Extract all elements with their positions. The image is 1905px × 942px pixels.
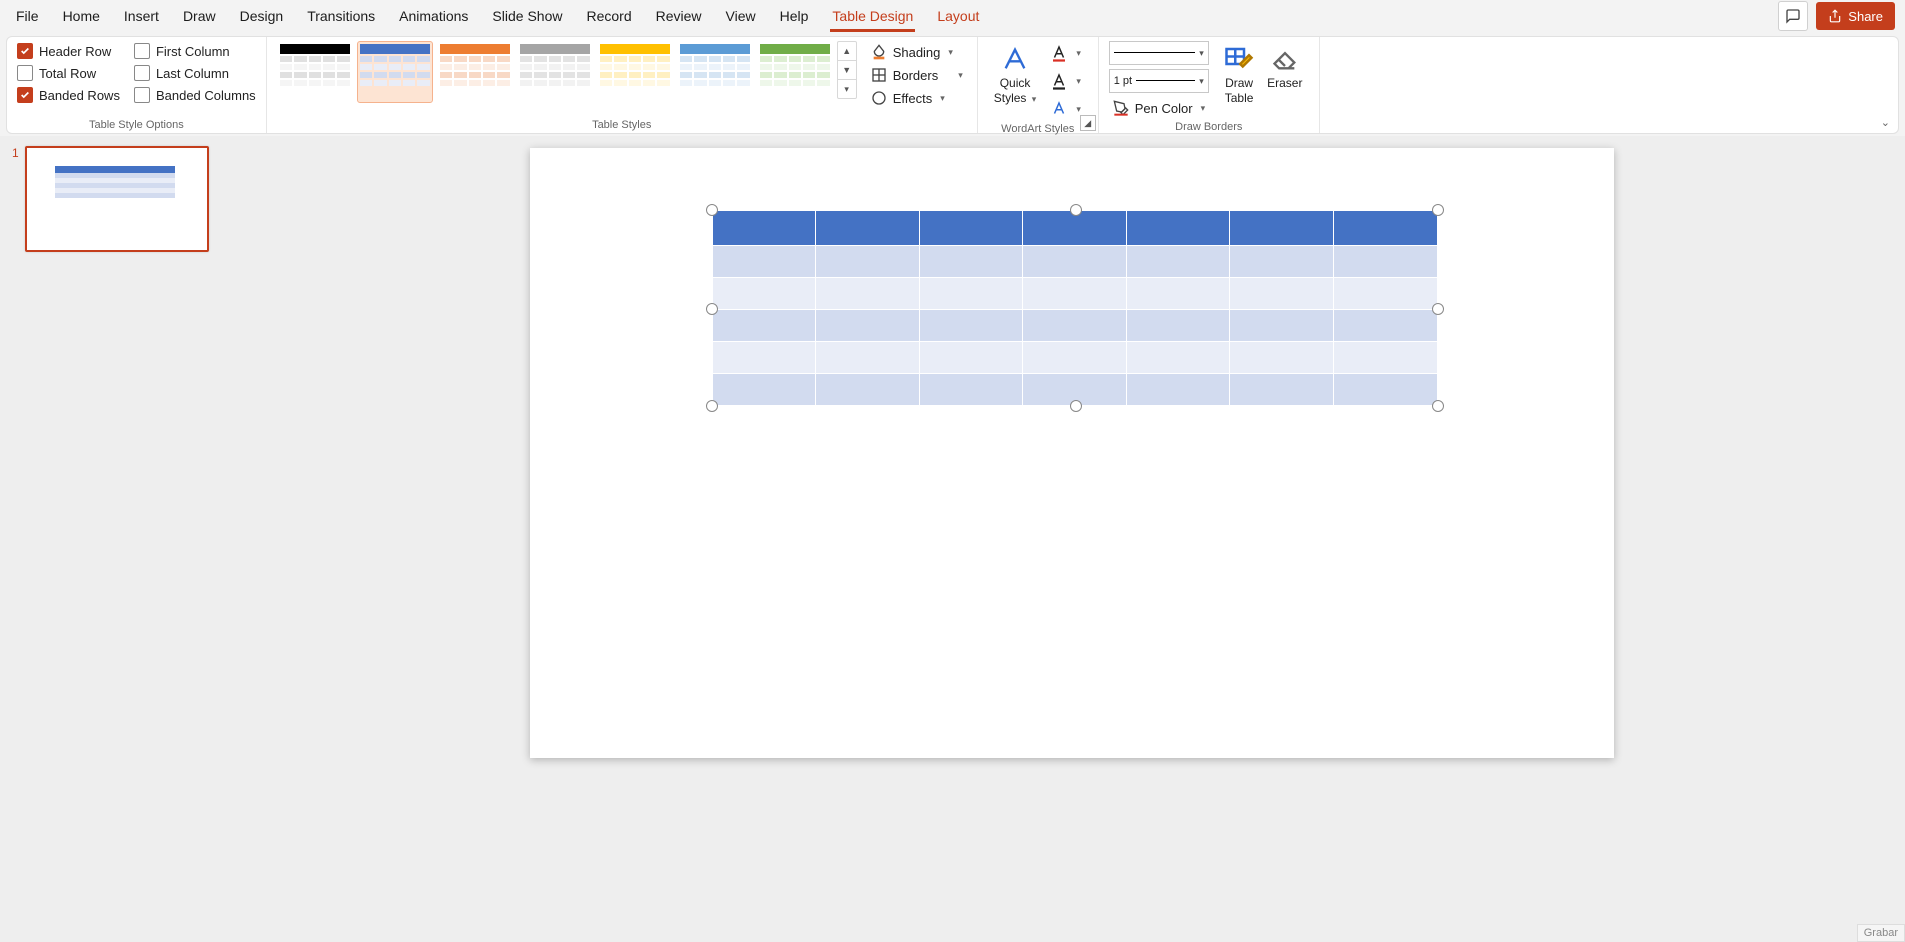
chk-first-column[interactable]: First Column bbox=[134, 41, 256, 61]
gallery-more-icon[interactable]: ▾ bbox=[838, 80, 856, 98]
table-row bbox=[712, 342, 1437, 374]
table-style-swatch-2[interactable] bbox=[437, 41, 513, 103]
share-button[interactable]: Share bbox=[1816, 2, 1895, 30]
table-style-swatch-4[interactable] bbox=[597, 41, 673, 103]
text-fill-icon bbox=[1050, 44, 1068, 62]
table-style-swatch-3[interactable] bbox=[517, 41, 593, 103]
slide-canvas-area[interactable] bbox=[238, 136, 1905, 942]
gallery-down-icon[interactable]: ▼ bbox=[838, 61, 856, 80]
text-effects-icon bbox=[1050, 100, 1068, 118]
chk-total-row[interactable]: Total Row bbox=[17, 63, 120, 83]
selection-handle[interactable] bbox=[706, 303, 718, 315]
table-style-swatch-6[interactable] bbox=[757, 41, 833, 103]
group-label-drawborders: Draw Borders bbox=[1109, 119, 1309, 135]
table-row bbox=[712, 246, 1437, 278]
share-label: Share bbox=[1848, 9, 1883, 24]
tab-review[interactable]: Review bbox=[644, 0, 714, 32]
effects-icon bbox=[871, 90, 887, 106]
tab-help[interactable]: Help bbox=[768, 0, 821, 32]
pen-color-button[interactable]: Pen Color▾ bbox=[1109, 97, 1209, 119]
selection-handle[interactable] bbox=[706, 400, 718, 412]
table-row bbox=[712, 278, 1437, 310]
table-row bbox=[712, 310, 1437, 342]
pen-weight-dropdown[interactable]: 1 pt▾ bbox=[1109, 69, 1209, 93]
ribbon: Header Row Total Row Banded Rows First C… bbox=[6, 36, 1899, 134]
table-style-swatch-0[interactable] bbox=[277, 41, 353, 103]
borders-button[interactable]: Borders▾ bbox=[867, 64, 967, 86]
slide-thumbnails-panel: 1 bbox=[0, 136, 238, 942]
selection-handle[interactable] bbox=[1070, 400, 1082, 412]
selection-handle[interactable] bbox=[706, 204, 718, 216]
table-style-swatch-5[interactable] bbox=[677, 41, 753, 103]
text-outline-icon bbox=[1050, 72, 1068, 90]
quick-styles-button[interactable]: Quick Styles ▾ bbox=[988, 41, 1043, 107]
gallery-scroll[interactable]: ▲ ▼ ▾ bbox=[837, 41, 857, 99]
chk-last-column[interactable]: Last Column bbox=[134, 63, 256, 83]
chk-header-row[interactable]: Header Row bbox=[17, 41, 120, 61]
pen-color-icon bbox=[1113, 100, 1129, 116]
draw-table-icon bbox=[1224, 44, 1254, 74]
table-styles-gallery bbox=[277, 41, 833, 103]
tab-draw[interactable]: Draw bbox=[171, 0, 228, 32]
tab-insert[interactable]: Insert bbox=[112, 0, 171, 32]
eraser-icon bbox=[1271, 45, 1299, 73]
tab-home[interactable]: Home bbox=[51, 0, 112, 32]
table-object[interactable] bbox=[712, 210, 1438, 406]
text-outline-button[interactable]: ▾ bbox=[1046, 69, 1085, 93]
group-label-tablestyles: Table Styles bbox=[277, 117, 967, 133]
ribbon-tabs: File Home Insert Draw Design Transitions… bbox=[0, 0, 1905, 32]
comment-icon bbox=[1785, 8, 1801, 24]
slide-thumbnail-1[interactable] bbox=[25, 146, 209, 252]
quick-styles-icon bbox=[1001, 45, 1029, 73]
shading-icon bbox=[871, 44, 887, 60]
collapse-ribbon-button[interactable]: ⌄ bbox=[1881, 116, 1890, 129]
tab-animations[interactable]: Animations bbox=[387, 0, 480, 32]
tab-file[interactable]: File bbox=[4, 0, 51, 32]
comments-button[interactable] bbox=[1778, 1, 1808, 31]
group-label-wordart: WordArt Styles bbox=[988, 121, 1088, 137]
tab-record[interactable]: Record bbox=[574, 0, 643, 32]
slide-number-1: 1 bbox=[12, 146, 19, 252]
slide-1[interactable] bbox=[530, 148, 1614, 758]
slide-table[interactable] bbox=[712, 210, 1438, 406]
text-fill-button[interactable]: ▾ bbox=[1046, 41, 1085, 65]
tab-transitions[interactable]: Transitions bbox=[295, 0, 387, 32]
gallery-up-icon[interactable]: ▲ bbox=[838, 42, 856, 61]
tab-slideshow[interactable]: Slide Show bbox=[480, 0, 574, 32]
selection-handle[interactable] bbox=[1432, 204, 1444, 216]
effects-button[interactable]: Effects▾ bbox=[867, 87, 967, 109]
share-icon bbox=[1828, 9, 1842, 23]
tab-table-design[interactable]: Table Design bbox=[820, 0, 925, 32]
pen-style-dropdown[interactable]: ▾ bbox=[1109, 41, 1209, 65]
tab-layout[interactable]: Layout bbox=[925, 0, 991, 32]
group-label-styleopts: Table Style Options bbox=[17, 117, 256, 133]
table-style-swatch-1[interactable] bbox=[357, 41, 433, 103]
tab-design[interactable]: Design bbox=[228, 0, 296, 32]
wordart-dialog-launcher[interactable]: ◢ bbox=[1080, 115, 1096, 131]
shading-button[interactable]: Shading▾ bbox=[867, 41, 967, 63]
draw-table-button[interactable]: Draw Table bbox=[1217, 41, 1261, 107]
chk-banded-rows[interactable]: Banded Rows bbox=[17, 85, 120, 105]
borders-icon bbox=[871, 67, 887, 83]
status-record[interactable]: Grabar bbox=[1857, 924, 1905, 942]
selection-handle[interactable] bbox=[1070, 204, 1082, 216]
tab-view[interactable]: View bbox=[714, 0, 768, 32]
eraser-button[interactable]: Eraser bbox=[1261, 41, 1308, 92]
selection-handle[interactable] bbox=[1432, 400, 1444, 412]
selection-handle[interactable] bbox=[1432, 303, 1444, 315]
chk-banded-columns[interactable]: Banded Columns bbox=[134, 85, 256, 105]
